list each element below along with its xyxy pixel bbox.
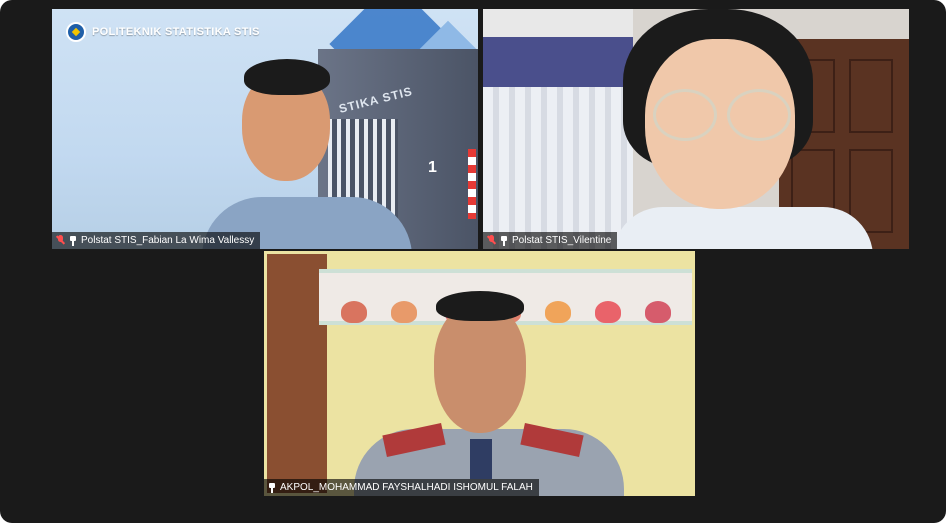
participant-name-bar: AKPOL_MOHAMMAD FAYSHALHADI ISHOMUL FALAH [264,479,539,496]
building-sign: STIKA STIS [337,84,415,116]
participant-name: AKPOL_MOHAMMAD FAYSHALHADI ISHOMUL FALAH [280,482,533,493]
pin-icon[interactable] [500,235,508,246]
video-tile-participant-1[interactable]: STIKA STIS 1 POLITEKNIK STATISTIKA STIS … [52,9,478,249]
flag [468,149,476,219]
mic-muted-icon [487,235,496,246]
participant-name: Polstat STIS_Vilentine [512,235,612,246]
logo-text: POLITEKNIK STATISTIKA STIS [92,26,260,38]
video-tile-participant-2[interactable]: Polstat STIS_Vilentine [483,9,909,249]
participant-name: Polstat STIS_Fabian La Wima Vallessy [81,235,255,246]
institution-logo: POLITEKNIK STATISTIKA STIS [66,22,260,42]
video-tile-participant-3-active-speaker[interactable]: AKPOL_MOHAMMAD FAYSHALHADI ISHOMUL FALAH [264,251,695,496]
curtain-valance [483,37,633,87]
stis-logo-icon [66,22,86,42]
participant-name-bar: Polstat STIS_Vilentine [483,232,618,249]
window [483,9,633,37]
mic-muted-icon [56,235,65,246]
participant-name-bar: Polstat STIS_Fabian La Wima Vallessy [52,232,261,249]
door-frame [267,254,327,493]
building-number: 1 [428,159,437,176]
meeting-window: STIKA STIS 1 POLITEKNIK STATISTIKA STIS … [0,0,946,523]
pin-icon[interactable] [268,482,276,493]
pin-icon[interactable] [69,235,77,246]
